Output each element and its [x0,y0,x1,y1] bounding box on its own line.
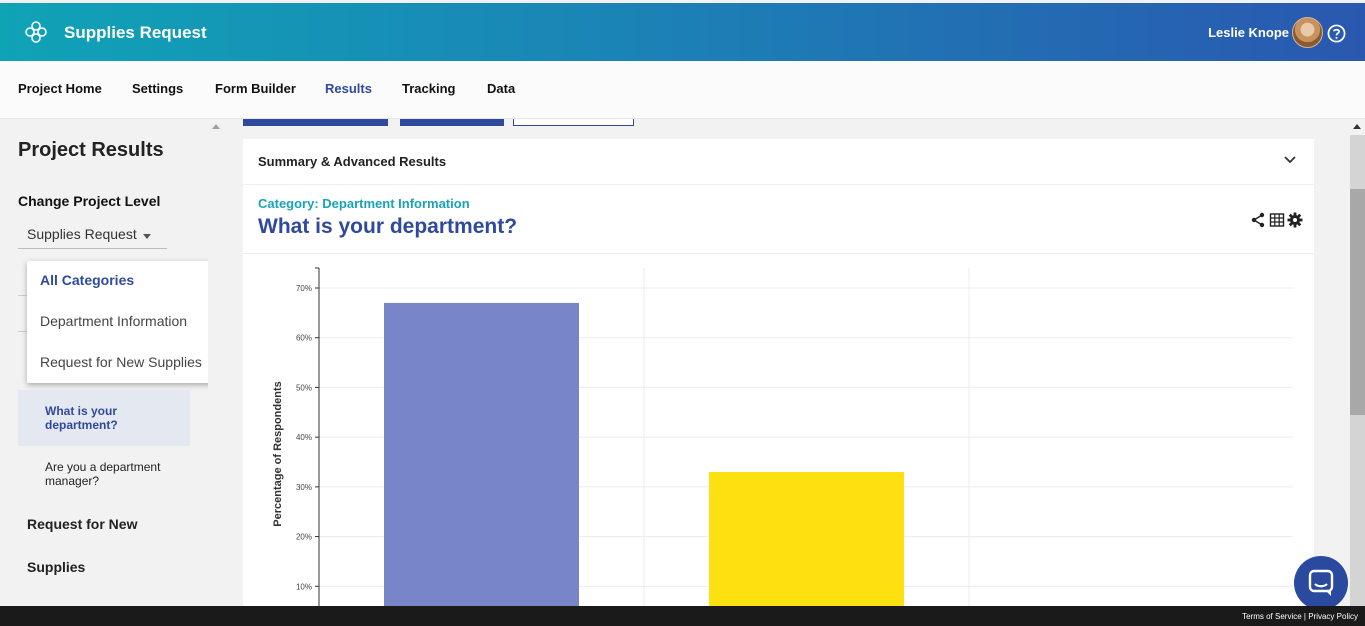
scrollbar-thumb[interactable] [1350,189,1365,415]
results-card: Summary & Advanced Results Category: Dep… [243,139,1314,606]
project-level-select[interactable]: Supplies Request [18,219,167,249]
bar-2 [709,471,904,606]
project-level-label: Change Project Level [18,193,161,209]
bar-1 [384,302,579,606]
chat-icon [1308,569,1334,596]
main-content: Summary & Advanced Results Category: Dep… [225,119,1333,606]
project-level-value: Supplies Request [27,226,137,242]
user-name[interactable]: Leslie Knope [1208,25,1289,40]
sidebar-category-request-line2[interactable]: Supplies [27,559,85,575]
chevron-down-icon[interactable] [1283,155,1297,165]
main-nav: Project Home Settings Form Builder Resul… [0,61,1365,119]
sidebar-title: Project Results [18,139,164,161]
footer: Terms of Service | Privacy Policy [0,606,1365,626]
sidebar-category-request-line1[interactable]: Request for New [27,516,137,532]
tab-settings[interactable]: Settings [132,81,183,96]
question-title: What is your department? [258,215,518,238]
tab-data[interactable]: Data [487,81,515,96]
action-button[interactable] [513,119,634,126]
action-button[interactable] [400,119,504,126]
y-tick-label: 10% [296,582,312,591]
chat-button[interactable] [1294,556,1348,610]
share-icon[interactable] [1250,212,1266,228]
gear-icon[interactable] [1287,212,1303,228]
y-axis-label: Percentage of Respondents [272,381,284,526]
app-logo-icon [25,21,47,43]
table-icon[interactable] [1269,212,1285,228]
avatar[interactable] [1292,17,1323,48]
summary-header[interactable]: Summary & Advanced Results [243,139,1314,185]
tab-results[interactable]: Results [325,81,372,96]
y-tick-label: 50% [296,383,312,392]
dropdown-item-all-categories[interactable]: All Categories [40,272,134,288]
dropdown-item-department-information[interactable]: Department Information [40,313,187,329]
y-tick-label: 30% [296,483,312,492]
page-scrollbar[interactable] [1333,119,1365,606]
bar-chart: 10% 20% 30% 40% 50% 60% 70% Percentage of Respo… [272,267,1293,606]
caret-down-icon [143,234,151,239]
sidebar-question-department[interactable]: What is your department? [45,404,185,432]
tab-form-builder[interactable]: Form Builder [215,81,296,96]
category-label: Category: Department Information [258,196,470,211]
app-header: Supplies Request Leslie Knope [0,3,1365,61]
footer-links[interactable]: Terms of Service | Privacy Policy [1242,612,1358,621]
tab-tracking[interactable]: Tracking [402,81,455,96]
app-title: Supplies Request [64,23,207,42]
sidebar-question-manager[interactable]: Are you a department manager? [45,460,185,488]
scroll-up-icon[interactable] [1353,124,1361,129]
summary-title: Summary & Advanced Results [258,154,447,169]
help-icon[interactable] [1327,24,1346,43]
sidebar-scrollbar[interactable] [208,119,225,606]
y-tick-label: 60% [296,334,312,343]
category-dropdown-menu: All Categories Department Information Re… [27,261,215,383]
dropdown-item-request-new-supplies[interactable]: Request for New Supplies [40,354,202,370]
action-button[interactable] [243,119,388,126]
scroll-up-icon[interactable] [212,124,220,129]
y-tick-label: 70% [296,284,312,293]
y-tick-label: 40% [296,433,312,442]
tab-project-home[interactable]: Project Home [18,81,102,96]
y-tick-label: 20% [296,533,312,542]
